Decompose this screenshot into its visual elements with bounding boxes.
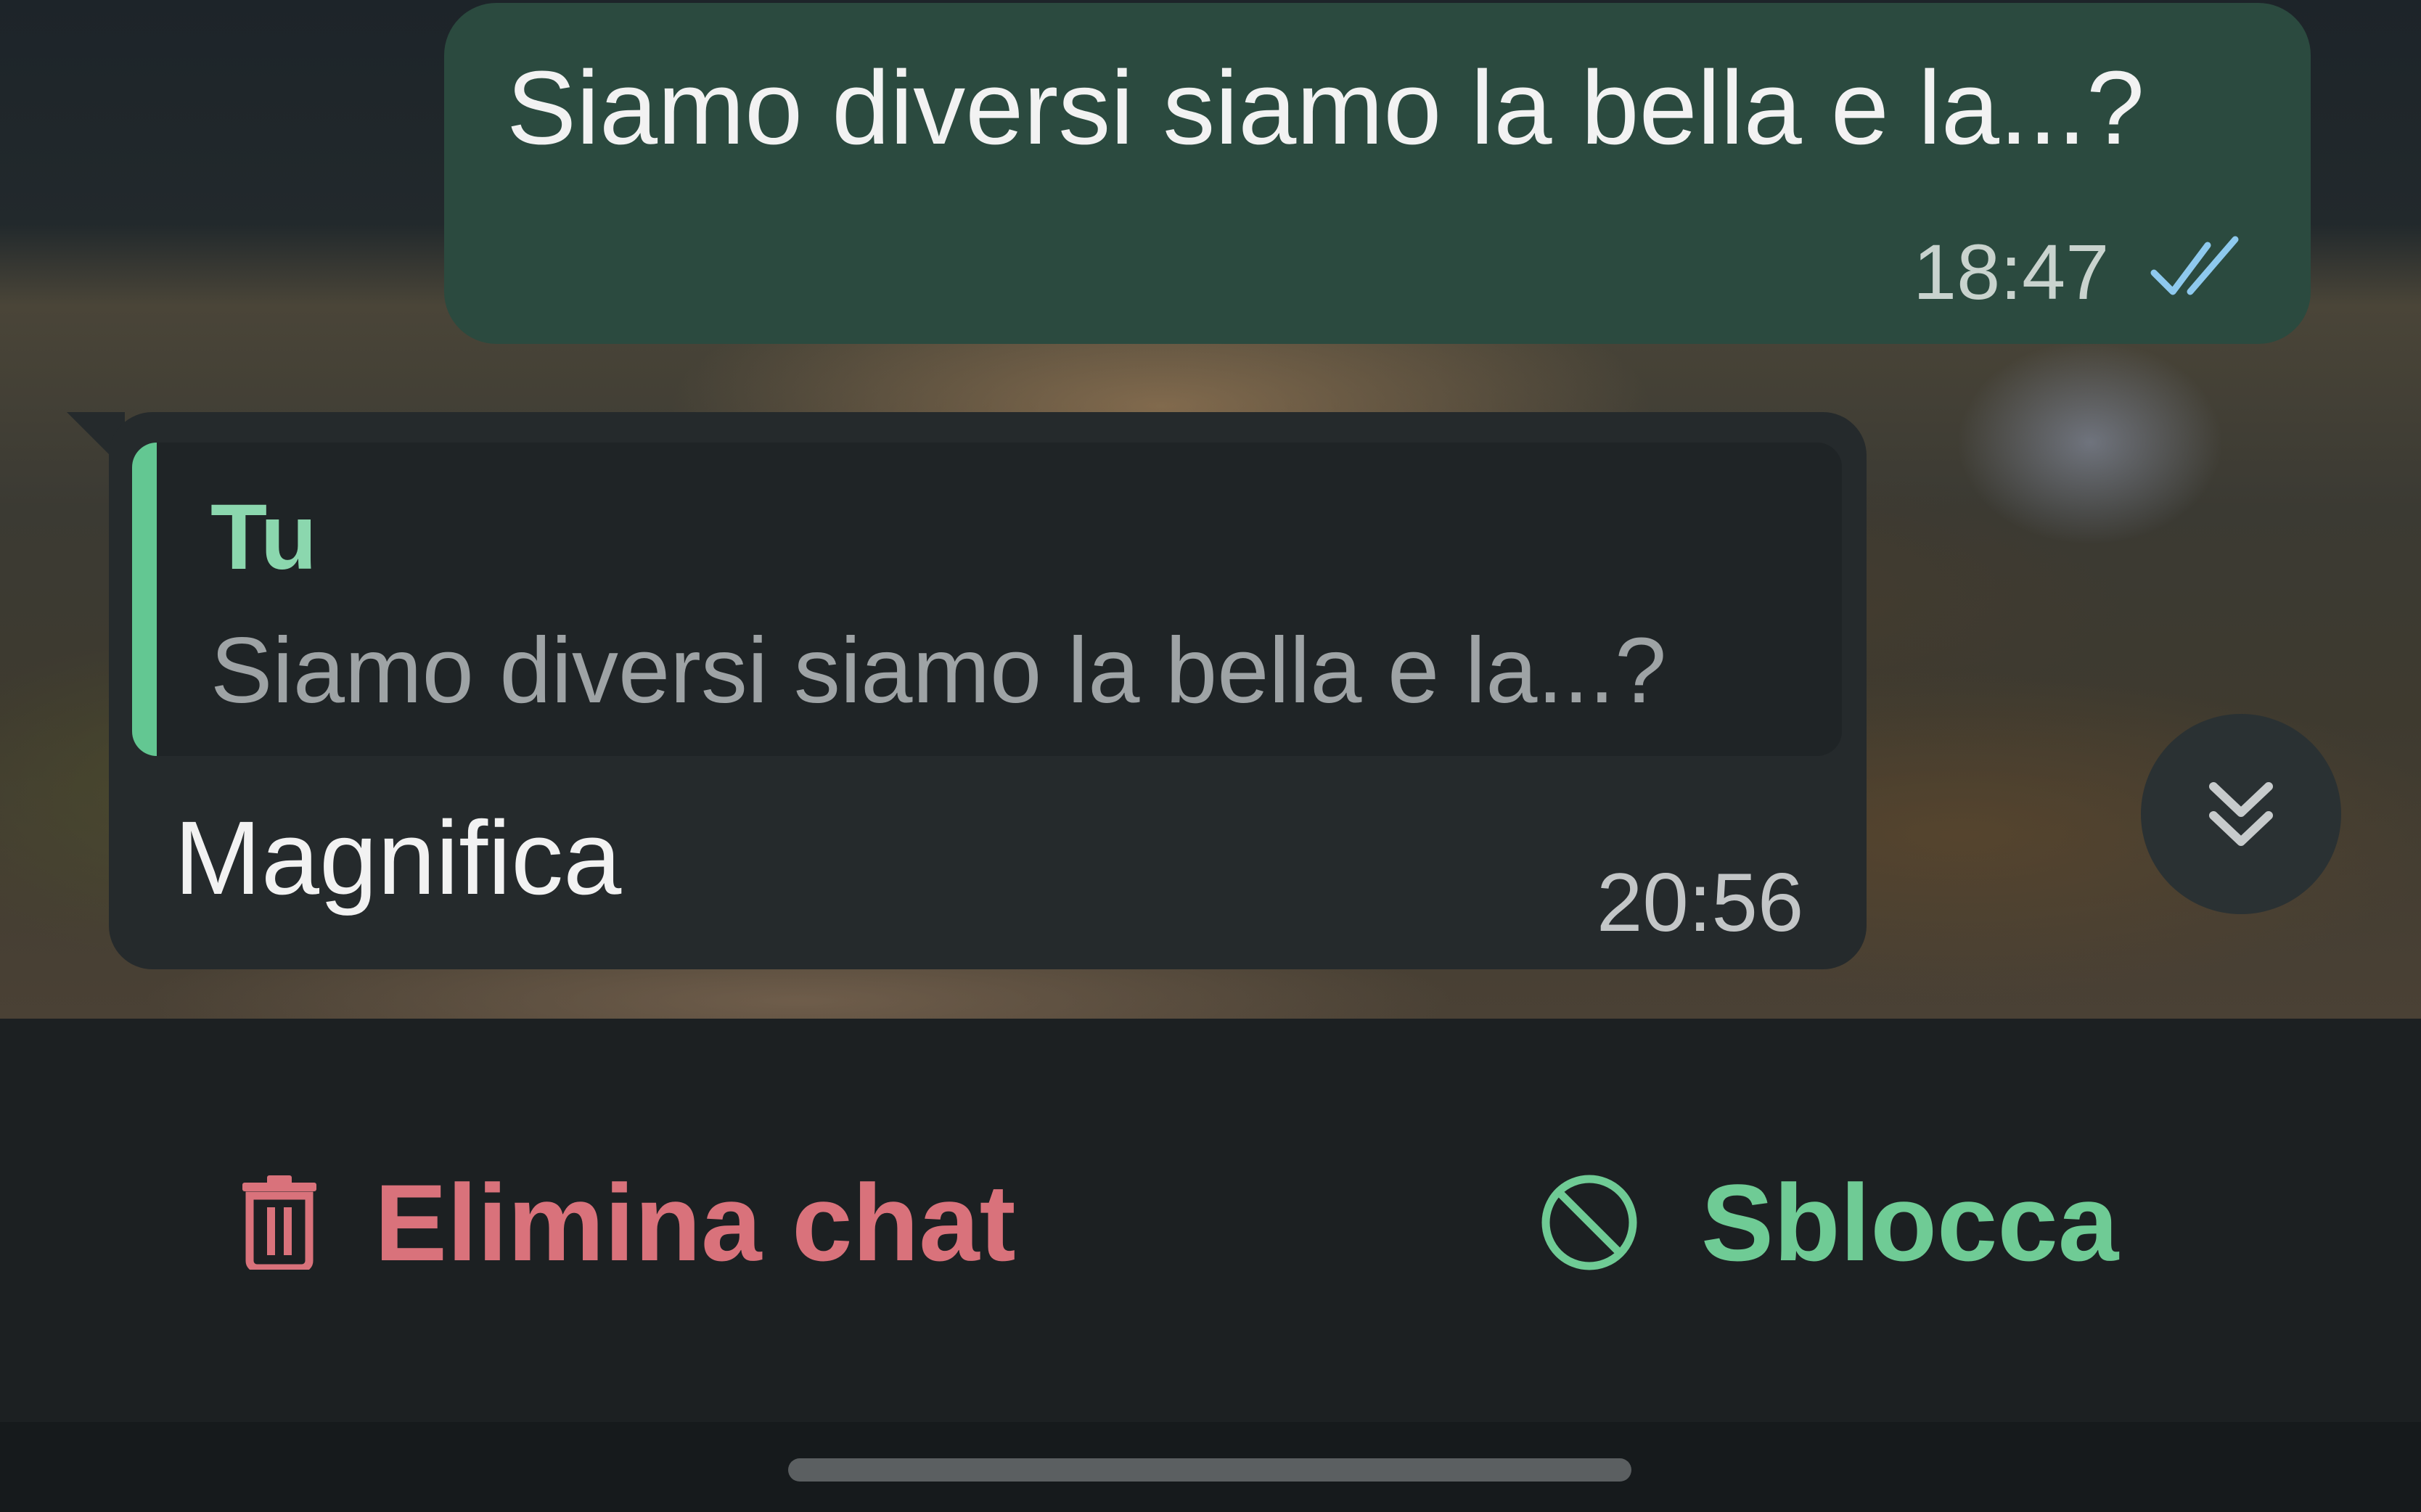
- outgoing-message-text: Siamo diversi siamo la bella e la...?: [507, 49, 2145, 166]
- delete-chat-label: Elimina chat: [374, 1162, 1016, 1283]
- outgoing-message-bubble[interactable]: Siamo diversi siamo la bella e la...? 18…: [444, 3, 2311, 344]
- delete-chat-button[interactable]: Elimina chat: [239, 1161, 1016, 1284]
- quoted-message[interactable]: Tu Siamo diversi siamo la bella e la...?: [132, 443, 1842, 756]
- quote-text: Siamo diversi siamo la bella e la...?: [210, 619, 1667, 723]
- trash-icon: [242, 1175, 316, 1270]
- incoming-message-text: Magnifica: [174, 800, 622, 916]
- unblock-label: Sblocca: [1701, 1162, 2119, 1283]
- double-check-read-icon: [2150, 236, 2239, 295]
- scroll-to-bottom-button[interactable]: [2141, 714, 2341, 914]
- incoming-message-time: 20:56: [1597, 857, 1804, 949]
- home-indicator[interactable]: [788, 1458, 1631, 1482]
- quote-accent-bar: [132, 443, 157, 756]
- chat-screen: Siamo diversi siamo la bella e la...? 18…: [0, 0, 2421, 1512]
- double-chevron-down-icon: [2209, 782, 2273, 846]
- block-icon: [1541, 1175, 1637, 1270]
- quote-author: Tu: [210, 485, 317, 589]
- outgoing-message-time: 18:47: [1913, 228, 2110, 316]
- unblock-button[interactable]: Sblocca: [1539, 1161, 2118, 1284]
